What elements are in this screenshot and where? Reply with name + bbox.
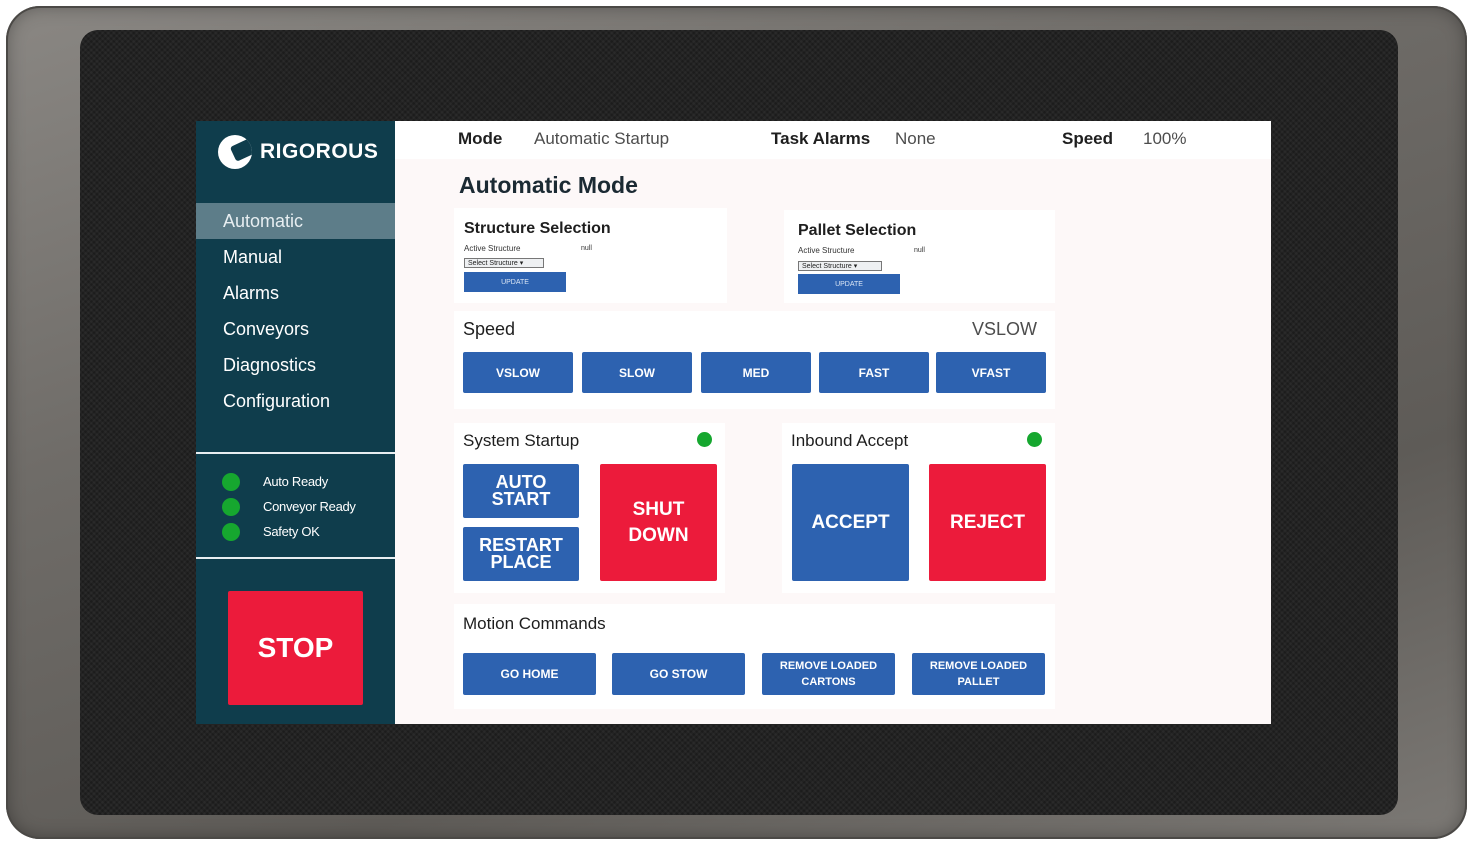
- main-content: Mode Automatic Startup Task Alarms None …: [395, 121, 1271, 724]
- page-title: Automatic Mode: [459, 172, 638, 198]
- hmi-display: RIGOROUS Automatic Manual Alarms Conveyo…: [196, 121, 1271, 724]
- sidebar-item-configuration[interactable]: Configuration: [196, 383, 395, 419]
- remove-loaded-cartons-button[interactable]: REMOVE LOADED CARTONS: [762, 653, 895, 695]
- go-home-button[interactable]: GO HOME: [463, 653, 596, 695]
- status-auto-ready: Auto Ready: [222, 469, 356, 494]
- status-label: Conveyor Ready: [263, 499, 356, 514]
- auto-start-button[interactable]: AUTO START: [463, 464, 579, 518]
- inbound-status-dot-icon: [1027, 432, 1042, 447]
- sidebar-divider: [196, 557, 395, 559]
- sidebar-item-manual[interactable]: Manual: [196, 239, 395, 275]
- active-structure-value: null: [914, 247, 925, 254]
- inbound-accept-panel: Inbound Accept ACCEPT REJECT: [782, 423, 1055, 593]
- accept-button[interactable]: ACCEPT: [792, 464, 909, 581]
- select-placeholder: Select Structure: [468, 260, 518, 267]
- sidebar-item-conveyors[interactable]: Conveyors: [196, 311, 395, 347]
- active-structure-label: Active Structure: [798, 246, 855, 255]
- mode-label: Mode: [458, 129, 503, 148]
- motion-commands-panel: Motion Commands GO HOME GO STOW REMOVE L…: [454, 604, 1055, 709]
- pallet-select[interactable]: Select Structure ▾: [798, 261, 882, 271]
- status-bar: Mode Automatic Startup Task Alarms None …: [395, 121, 1271, 159]
- select-placeholder: Select Structure: [802, 263, 852, 270]
- sidebar-nav: Automatic Manual Alarms Conveyors Diagno…: [196, 203, 395, 419]
- structure-update-button[interactable]: UPDATE: [464, 272, 566, 292]
- speed-value: 100%: [1143, 129, 1187, 148]
- status-safety-ok: Safety OK: [222, 519, 356, 544]
- speed-slow-button[interactable]: SLOW: [582, 352, 692, 393]
- panel-title: Speed: [463, 319, 516, 339]
- active-structure-value: null: [581, 245, 592, 252]
- go-stow-button[interactable]: GO STOW: [612, 653, 745, 695]
- sidebar-item-automatic[interactable]: Automatic: [196, 203, 395, 239]
- reject-button[interactable]: REJECT: [929, 464, 1046, 581]
- sidebar-item-diagnostics[interactable]: Diagnostics: [196, 347, 395, 383]
- brand-name: RIGOROUS: [260, 140, 379, 163]
- task-alarms-value: None: [895, 129, 936, 148]
- speed-vslow-button[interactable]: VSLOW: [463, 352, 573, 393]
- rigorous-logo-icon: [218, 135, 252, 169]
- stop-button[interactable]: STOP: [228, 591, 363, 705]
- panel-title: System Startup: [463, 431, 580, 450]
- speed-fast-button[interactable]: FAST: [819, 352, 929, 393]
- panel-title: Motion Commands: [463, 614, 606, 633]
- system-startup-panel: System Startup AUTO START RESTART PLACE …: [454, 423, 725, 593]
- active-structure-label: Active Structure: [464, 244, 521, 253]
- status-dot-icon: [222, 522, 240, 541]
- speed-label: Speed: [1062, 129, 1114, 148]
- panel-title: Pallet Selection: [798, 222, 917, 239]
- pallet-update-button[interactable]: UPDATE: [798, 274, 900, 294]
- status-label: Safety OK: [263, 524, 320, 539]
- current-speed: VSLOW: [971, 319, 1037, 339]
- status-conveyor-ready: Conveyor Ready: [222, 494, 356, 519]
- brand-logo: RIGOROUS: [218, 135, 378, 169]
- panel-title: Inbound Accept: [791, 431, 909, 450]
- panel-title: Structure Selection: [464, 220, 611, 237]
- speed-panel: Speed VSLOW VSLOW SLOW MED FAST VFAST: [454, 311, 1055, 409]
- startup-status-dot-icon: [697, 432, 712, 447]
- sidebar-divider: [196, 452, 395, 454]
- speed-vfast-button[interactable]: VFAST: [936, 352, 1046, 393]
- status-dot-icon: [222, 472, 240, 491]
- speed-med-button[interactable]: MED: [701, 352, 811, 393]
- task-alarms-label: Task Alarms: [771, 129, 871, 148]
- remove-loaded-pallet-button[interactable]: REMOVE LOADED PALLET: [912, 653, 1045, 695]
- status-list: Auto Ready Conveyor Ready Safety OK: [222, 469, 356, 544]
- sidebar-item-alarms[interactable]: Alarms: [196, 275, 395, 311]
- structure-select[interactable]: Select Structure ▾: [464, 258, 544, 268]
- pallet-selection-panel: Pallet Selection Active Structure null S…: [784, 210, 1055, 303]
- mode-value: Automatic Startup: [534, 129, 670, 148]
- sidebar: RIGOROUS Automatic Manual Alarms Conveyo…: [196, 121, 395, 724]
- restart-place-button[interactable]: RESTART PLACE: [463, 527, 579, 581]
- status-dot-icon: [222, 497, 240, 516]
- status-label: Auto Ready: [263, 474, 328, 489]
- shut-down-button[interactable]: SHUT DOWN: [600, 464, 717, 581]
- structure-selection-panel: Structure Selection Active Structure nul…: [454, 208, 727, 303]
